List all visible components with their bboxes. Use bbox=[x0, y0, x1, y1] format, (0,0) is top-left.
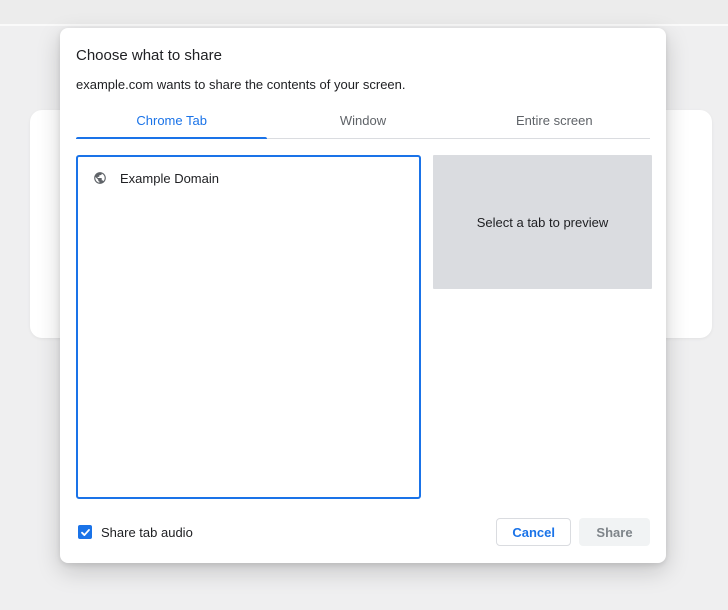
globe-icon bbox=[93, 171, 107, 185]
dialog-title: Choose what to share bbox=[76, 46, 650, 66]
share-tab-audio-checkbox[interactable]: Share tab audio bbox=[76, 525, 193, 540]
cancel-button[interactable]: Cancel bbox=[496, 518, 571, 546]
preview-placeholder: Select a tab to preview bbox=[477, 215, 609, 230]
dialog-subtitle: example.com wants to share the contents … bbox=[76, 77, 650, 93]
list-item-example-domain[interactable]: Example Domain bbox=[78, 163, 419, 193]
dialog-footer: Share tab audio Cancel Share bbox=[76, 517, 650, 547]
source-item-label: Example Domain bbox=[120, 171, 219, 186]
checkmark-icon bbox=[80, 527, 91, 538]
dialog-content: Example Domain Select a tab to preview bbox=[76, 155, 650, 499]
tab-source-list: Example Domain bbox=[76, 155, 421, 499]
share-dialog: Choose what to share example.com wants t… bbox=[60, 28, 666, 563]
checkbox-checked-icon[interactable] bbox=[78, 525, 92, 539]
tab-entire-screen[interactable]: Entire screen bbox=[459, 107, 650, 138]
tab-window[interactable]: Window bbox=[267, 107, 458, 138]
preview-panel: Select a tab to preview bbox=[433, 155, 652, 289]
tabstrip: Chrome Tab Window Entire screen bbox=[76, 107, 650, 139]
tab-chrome-tab[interactable]: Chrome Tab bbox=[76, 107, 267, 138]
share-button[interactable]: Share bbox=[579, 518, 650, 546]
share-tab-audio-label[interactable]: Share tab audio bbox=[101, 525, 193, 540]
page-background-topband bbox=[0, 0, 728, 26]
